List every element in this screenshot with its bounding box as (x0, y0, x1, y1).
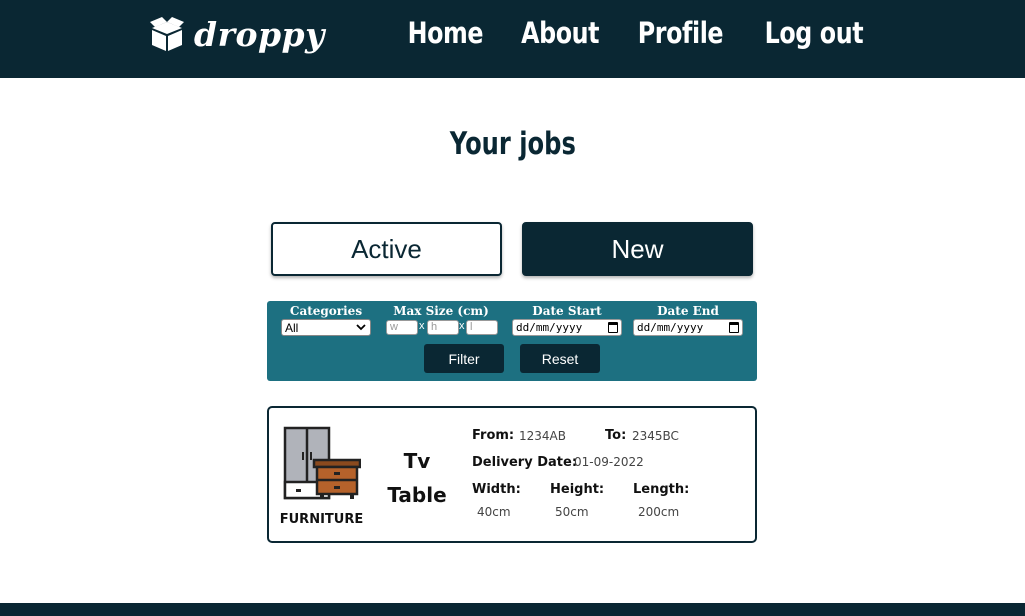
length-value: 200cm (638, 505, 680, 519)
tab-new[interactable]: New (522, 222, 753, 276)
brand-name: droppy (194, 14, 325, 54)
length-input[interactable]: l (466, 320, 498, 335)
width-input[interactable]: w (386, 320, 418, 335)
brand-logo[interactable]: droppy (148, 14, 325, 54)
job-title: Tv Table (377, 444, 457, 512)
calendar-icon[interactable] (608, 322, 618, 333)
length-label: Length: (633, 482, 690, 497)
width-label: Width: (472, 482, 521, 497)
date-end-filter: Date End (633, 304, 743, 318)
job-title-line: Tv (403, 449, 431, 473)
date-start-label: Date Start (532, 304, 602, 318)
reset-button[interactable]: Reset (520, 344, 600, 373)
job-category-label: FURNITURE (279, 512, 364, 527)
delivery-date-value: 01-09-2022 (574, 455, 644, 469)
height-value: 50cm (555, 505, 589, 519)
size-separator: x (419, 320, 425, 332)
filter-button[interactable]: Filter (424, 344, 504, 373)
nav-home-link[interactable]: Home (408, 16, 484, 50)
width-value: 40cm (477, 505, 511, 519)
page-title: Your jobs (0, 126, 1025, 162)
date-start-input[interactable]: dd/mm/yyyy (512, 319, 622, 336)
height-label: Height: (550, 482, 605, 497)
size-separator: x (459, 320, 465, 332)
footer (0, 603, 1025, 616)
job-title-line: Table (387, 483, 447, 507)
furniture-icon (283, 426, 361, 500)
delivery-date-label: Delivery Date: (472, 455, 578, 470)
tab-active[interactable]: Active (271, 222, 502, 276)
from-value: 1234AB (519, 429, 566, 443)
nav-profile-link[interactable]: Profile (637, 16, 723, 50)
height-input[interactable]: h (427, 320, 459, 335)
open-box-icon (150, 17, 184, 51)
chevron-down-icon (356, 324, 366, 331)
date-start-placeholder: dd/mm/yyyy (516, 321, 583, 334)
nav-about-link[interactable]: About (521, 16, 599, 50)
date-end-placeholder: dd/mm/yyyy (637, 321, 704, 334)
navbar: droppy Home About Profile Log out (0, 0, 1025, 78)
date-end-label: Date End (657, 304, 719, 318)
max-size-label: Max Size (cm) (393, 304, 489, 318)
categories-selected-value: All (285, 320, 299, 335)
nav-menu: Home About Profile Log out (391, 16, 863, 50)
date-end-input[interactable]: dd/mm/yyyy (633, 319, 743, 336)
job-card[interactable]: FURNITURE Tv Table From: 1234AB To: 2345… (267, 406, 757, 543)
categories-select[interactable]: All (281, 319, 371, 336)
categories-filter: Categories (281, 304, 371, 318)
nav-logout-link[interactable]: Log out (764, 16, 863, 50)
max-size-filter: Max Size (cm) (385, 304, 497, 318)
to-value: 2345BC (632, 429, 679, 443)
date-start-filter: Date Start (512, 304, 622, 318)
filter-bar: Categories All Max Size (cm) w x h x l D… (267, 301, 757, 381)
to-label: To: (605, 428, 627, 443)
from-label: From: (472, 428, 515, 443)
categories-label: Categories (289, 304, 363, 318)
page-title-text: Your jobs (449, 126, 576, 162)
calendar-icon[interactable] (729, 322, 739, 333)
